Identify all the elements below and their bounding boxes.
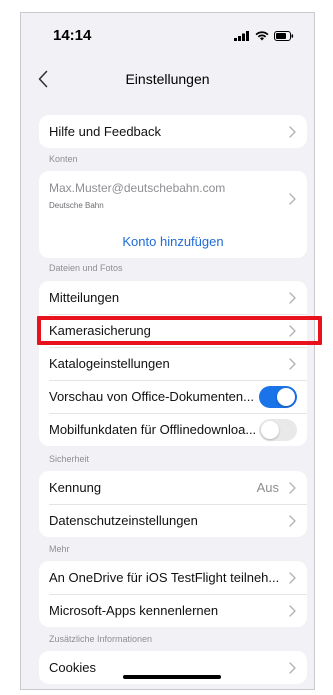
signal-icon xyxy=(234,28,250,46)
status-time: 14:14 xyxy=(53,27,92,44)
chevron-right-icon xyxy=(289,357,296,370)
passcode-label: Kennung xyxy=(49,480,102,495)
section-header-more: Mehr xyxy=(49,544,70,554)
privacy-label: Datenschutzeinstellungen xyxy=(49,513,198,528)
section-header-security: Sicherheit xyxy=(49,454,90,464)
cookies-label: Cookies xyxy=(49,660,96,675)
notifications-label: Mitteilungen xyxy=(49,290,120,305)
microsoft-apps-row[interactable]: Microsoft-Apps kennenlernen xyxy=(39,594,307,627)
toggle-knob xyxy=(261,420,279,439)
mobile-data-label: Mobilfunkdaten für Offlinedownloa... xyxy=(49,422,257,437)
privacy-row[interactable]: Datenschutzeinstellungen xyxy=(39,504,307,537)
mobile-data-row: Mobilfunkdaten für Offlinedownloa... xyxy=(39,413,307,446)
navigation-bar: Einstellungen xyxy=(21,59,314,99)
files-card: Mitteilungen Kamerasicherung Katalogeins… xyxy=(39,281,307,446)
cookies-row[interactable]: Cookies xyxy=(39,651,307,684)
help-card: Hilfe und Feedback xyxy=(39,115,307,148)
chevron-right-icon xyxy=(289,481,296,494)
section-header-additional-info: Zusätzliche Informationen xyxy=(49,634,153,644)
passcode-value: Aus xyxy=(256,480,279,495)
office-preview-label: Vorschau von Office-Dokumenten... xyxy=(49,389,254,404)
additional-info-card: Cookies xyxy=(39,651,307,684)
testflight-label: An OneDrive für iOS TestFlight teilneh..… xyxy=(49,570,280,585)
account-row[interactable]: Max.Muster@deutschebahn.com Deutsche Bah… xyxy=(39,171,307,225)
office-preview-toggle[interactable] xyxy=(259,385,297,408)
testflight-row[interactable]: An OneDrive für iOS TestFlight teilneh..… xyxy=(39,561,307,594)
wifi-icon xyxy=(255,28,269,46)
account-provider: Deutsche Bahn xyxy=(49,201,104,210)
phone-screen: 14:14 Einstellungen Hilfe und Feedback K… xyxy=(20,12,315,690)
security-card: Kennung Aus Datenschutzeinstellungen xyxy=(39,471,307,537)
status-bar: 14:14 xyxy=(21,13,314,59)
chevron-right-icon xyxy=(289,193,296,205)
chevron-right-icon xyxy=(289,291,296,304)
section-header-files: Dateien und Fotos xyxy=(49,263,123,273)
microsoft-apps-label: Microsoft-Apps kennenlernen xyxy=(49,603,219,618)
camera-backup-row[interactable]: Kamerasicherung xyxy=(39,314,307,347)
chevron-right-icon xyxy=(289,125,296,138)
camera-backup-label: Kamerasicherung xyxy=(49,323,151,338)
chevron-right-icon xyxy=(289,661,296,674)
help-feedback-row[interactable]: Hilfe und Feedback xyxy=(39,115,307,148)
account-email: Max.Muster@deutschebahn.com xyxy=(49,181,226,195)
more-card: An OneDrive für iOS TestFlight teilneh..… xyxy=(39,561,307,627)
passcode-row[interactable]: Kennung Aus xyxy=(39,471,307,504)
notifications-row[interactable]: Mitteilungen xyxy=(39,281,307,314)
status-icons xyxy=(234,28,294,46)
catalog-settings-label: Katalogeinstellungen xyxy=(49,356,170,371)
chevron-right-icon xyxy=(289,604,296,617)
section-header-accounts: Konten xyxy=(49,154,78,164)
toggle-knob xyxy=(277,387,295,406)
add-account-button[interactable]: Konto hinzufügen xyxy=(39,225,307,258)
chevron-right-icon xyxy=(289,514,296,527)
home-indicator[interactable] xyxy=(123,675,221,679)
help-feedback-label: Hilfe und Feedback xyxy=(49,124,162,139)
chevron-right-icon xyxy=(289,571,296,584)
mobile-data-toggle[interactable] xyxy=(259,418,297,441)
accounts-card: Max.Muster@deutschebahn.com Deutsche Bah… xyxy=(39,171,307,258)
page-title: Einstellungen xyxy=(125,71,210,87)
office-preview-row: Vorschau von Office-Dokumenten... xyxy=(39,380,307,413)
chevron-right-icon xyxy=(289,324,296,337)
battery-icon xyxy=(274,28,294,46)
catalog-settings-row[interactable]: Katalogeinstellungen xyxy=(39,347,307,380)
